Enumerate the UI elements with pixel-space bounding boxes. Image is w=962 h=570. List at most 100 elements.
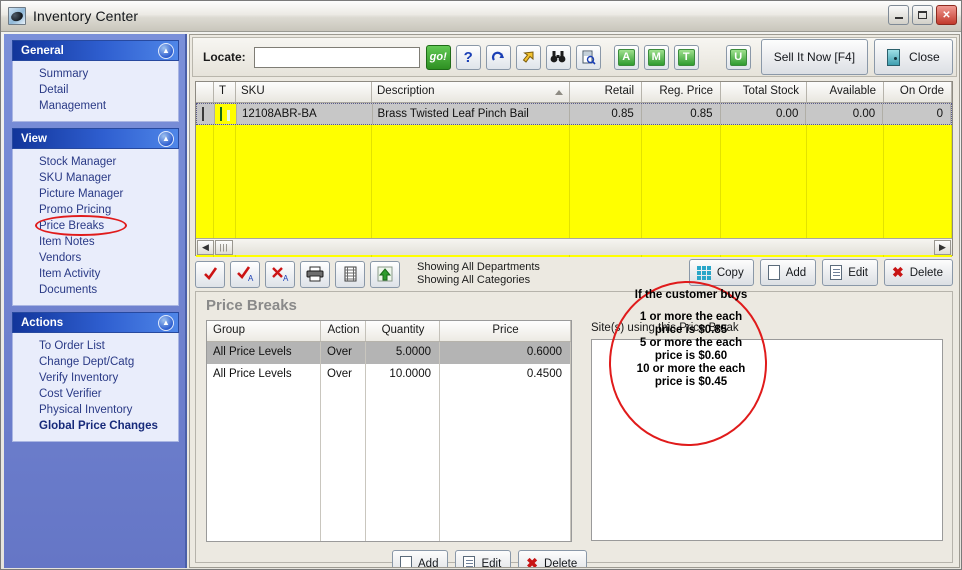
letter-button-a[interactable]: A (613, 44, 639, 70)
column-header-description[interactable]: Description (372, 82, 570, 102)
price-break-row[interactable]: All Price Levels Over 10.0000 0.4500 (207, 364, 571, 386)
sidebar-item-management[interactable]: Management (13, 98, 178, 114)
check-icon-button[interactable] (195, 260, 225, 288)
price-breaks-panel: Price Breaks Group Action Quantity Price… (195, 291, 953, 567)
document-search-icon (582, 50, 596, 65)
sidebar-group-view: View ▲ Stock Manager SKU Manager Picture… (12, 128, 179, 306)
table-row[interactable]: 12108ABR-BA Brass Twisted Leaf Pinch Bai… (196, 103, 952, 125)
sidebar-item-sku-manager[interactable]: SKU Manager (13, 170, 178, 186)
column-header-sku[interactable]: SKU (236, 82, 372, 102)
letter-u-icon: U (729, 48, 747, 66)
sites-list-box[interactable] (591, 339, 943, 541)
sidebar-item-price-breaks[interactable]: Price Breaks (13, 215, 178, 236)
x-a-icon: A (271, 267, 289, 282)
scroll-left-icon[interactable]: ◀ (197, 239, 214, 255)
pb-column-group[interactable]: Group (207, 321, 321, 341)
item-grid: T SKU Description Retail Reg. Price Tota… (195, 81, 953, 257)
row-checkbox[interactable] (202, 107, 204, 121)
minimize-button[interactable] (888, 5, 909, 25)
pb-edit-button[interactable]: Edit (455, 550, 512, 567)
uncheck-all-button[interactable]: A (265, 260, 295, 288)
sidebar-item-documents[interactable]: Documents (13, 282, 178, 298)
export-up-button[interactable] (370, 260, 400, 288)
page-lines-icon (463, 556, 476, 567)
delete-button-label: Delete (909, 266, 943, 279)
page-icon (400, 556, 412, 567)
pb-add-button[interactable]: Add (392, 550, 449, 567)
sidebar-item-item-activity[interactable]: Item Activity (13, 266, 178, 282)
letter-button-t[interactable]: T (673, 44, 699, 70)
sidebar-group-actions-header[interactable]: Actions ▲ (12, 312, 179, 333)
showing-categories: Showing All Categories (417, 274, 531, 286)
letter-button-m[interactable]: M (643, 44, 669, 70)
title-bar: Inventory Center ✕ (1, 1, 961, 32)
close-window-button[interactable]: ✕ (936, 5, 957, 25)
go-button[interactable]: go! (425, 44, 451, 70)
copy-grid-icon (696, 265, 711, 280)
sidebar-item-verify-inventory[interactable]: Verify Inventory (13, 370, 178, 386)
print-button[interactable] (300, 260, 330, 288)
grid-crud-buttons: Copy Add Edit ✖ Delete (688, 259, 953, 286)
question-mark-icon: ? (463, 48, 473, 66)
pb-column-action[interactable]: Action (321, 321, 366, 341)
item-type-badge-icon (219, 107, 222, 121)
sidebar-item-vendors[interactable]: Vendors (13, 250, 178, 266)
pb-column-quantity[interactable]: Quantity (366, 321, 440, 341)
find-button[interactable] (545, 44, 571, 70)
help-button[interactable]: ? (455, 44, 481, 70)
close-button[interactable]: Close (874, 39, 953, 75)
copy-button[interactable]: Copy (688, 259, 754, 286)
scrollbar-track[interactable] (233, 240, 933, 255)
scroll-right-icon[interactable]: ▶ (934, 239, 951, 255)
maximize-button[interactable] (912, 5, 933, 25)
chevron-up-icon[interactable]: ▲ (158, 131, 174, 147)
column-header-type[interactable]: T (214, 82, 236, 102)
column-header-select[interactable] (196, 82, 214, 102)
pb-delete-button[interactable]: ✖ Delete (518, 550, 588, 567)
chevron-up-icon[interactable]: ▲ (158, 43, 174, 59)
cell-description: Brass Twisted Leaf Pinch Bail (373, 104, 570, 124)
sell-it-now-button[interactable]: Sell It Now [F4] (760, 39, 869, 75)
sidebar-item-detail[interactable]: Detail (13, 82, 178, 98)
showing-departments: Showing All Departments (417, 261, 540, 273)
edit-button[interactable]: Edit (822, 259, 879, 286)
list-button[interactable] (335, 260, 365, 288)
scrollbar-thumb[interactable]: ||| (215, 239, 233, 255)
sidebar-item-to-order-list[interactable]: To Order List (13, 338, 178, 354)
letter-button-u[interactable]: U (725, 44, 751, 70)
chevron-up-icon[interactable]: ▲ (158, 315, 174, 331)
horizontal-scrollbar[interactable]: ◀ ||| ▶ (196, 238, 952, 255)
sidebar-group-general-header[interactable]: General ▲ (12, 40, 179, 61)
column-header-reg-price[interactable]: Reg. Price (642, 82, 721, 102)
sort-ascending-icon (555, 90, 563, 95)
list-icon (344, 266, 356, 282)
sidebar-item-promo-pricing[interactable]: Promo Pricing (13, 202, 178, 218)
window-title: Inventory Center (33, 8, 139, 24)
locate-input[interactable] (253, 46, 420, 68)
sidebar-group-view-header[interactable]: View ▲ (12, 128, 179, 149)
add-button[interactable]: Add (759, 259, 817, 286)
sidebar-group-actions-body: To Order List Change Dept/Catg Verify In… (12, 333, 179, 442)
sidebar-item-stock-manager[interactable]: Stock Manager (13, 154, 178, 170)
refresh-button[interactable] (485, 44, 511, 70)
column-header-available[interactable]: Available (807, 82, 884, 102)
sidebar-item-summary[interactable]: Summary (13, 66, 178, 82)
jump-button[interactable] (515, 44, 541, 70)
check-all-button[interactable]: A (230, 260, 260, 288)
column-header-on-order[interactable]: On Orde (884, 82, 952, 102)
column-header-retail[interactable]: Retail (570, 82, 642, 102)
sidebar-item-cost-verifier[interactable]: Cost Verifier (13, 386, 178, 402)
sidebar-item-change-dept-catg[interactable]: Change Dept/Catg (13, 354, 178, 370)
price-break-row[interactable]: All Price Levels Over 5.0000 0.6000 (207, 342, 571, 364)
sidebar: General ▲ Summary Detail Management View… (4, 34, 187, 568)
cell-reg-price: 0.85 (642, 104, 721, 124)
column-header-total-stock[interactable]: Total Stock (721, 82, 807, 102)
exit-door-icon (887, 48, 901, 66)
preview-button[interactable] (575, 44, 601, 70)
sidebar-item-item-notes[interactable]: Item Notes (13, 234, 178, 250)
delete-button[interactable]: ✖ Delete (884, 259, 953, 286)
pb-column-price[interactable]: Price (440, 321, 571, 341)
sidebar-item-global-price-changes[interactable]: Global Price Changes (13, 418, 178, 434)
sidebar-item-picture-manager[interactable]: Picture Manager (13, 186, 178, 202)
sidebar-item-physical-inventory[interactable]: Physical Inventory (13, 402, 178, 418)
